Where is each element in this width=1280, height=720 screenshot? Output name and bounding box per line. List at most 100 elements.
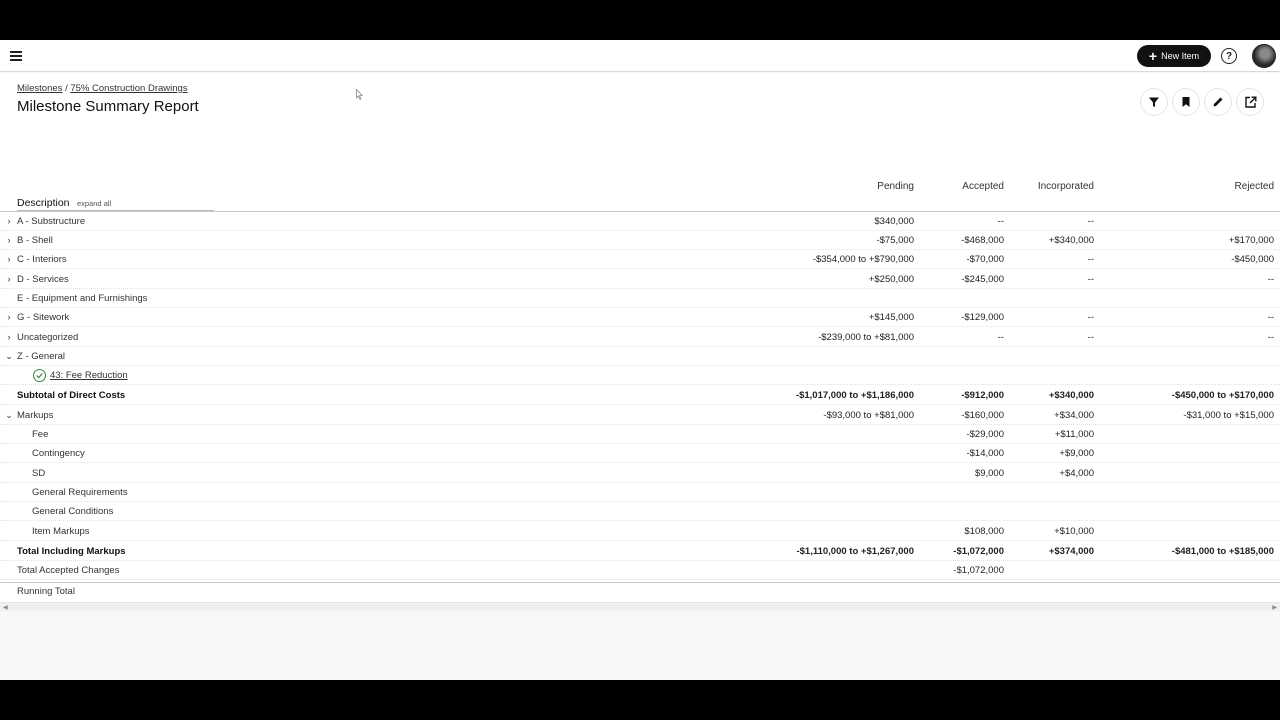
hamburger-icon[interactable] xyxy=(10,51,22,61)
incorporated-cell: -- xyxy=(1087,254,1094,265)
expand-all-link[interactable]: expand all xyxy=(77,199,111,208)
scroll-right-icon[interactable]: ▶ xyxy=(1272,604,1277,611)
row-label: E - Equipment and Furnishings xyxy=(17,293,148,304)
pending-cell: -$239,000 to +$81,000 xyxy=(818,332,914,343)
table-row-fee[interactable]: Fee -$29,000 +$11,000 xyxy=(0,425,1280,444)
table-row-general-requirements[interactable]: General Requirements xyxy=(0,483,1280,502)
table-row-fee-reduction-item[interactable]: 43: Fee Reduction xyxy=(0,366,1280,385)
breadcrumb-current-link[interactable]: 75% Construction Drawings xyxy=(70,83,187,94)
table-row-uncategorized[interactable]: › Uncategorized -$239,000 to +$81,000 --… xyxy=(0,328,1280,347)
row-label: Total Accepted Changes xyxy=(17,565,120,576)
accepted-cell: -$70,000 xyxy=(966,254,1004,265)
incorporated-cell: -- xyxy=(1087,216,1094,227)
accepted-cell: -$29,000 xyxy=(966,429,1004,440)
chevron-right-icon[interactable]: › xyxy=(4,332,14,342)
pending-cell: +$145,000 xyxy=(868,312,914,323)
row-label: Fee xyxy=(32,429,49,440)
report-panel: Milestones / 75% Construction Drawings M… xyxy=(0,73,1280,611)
bookmark-button[interactable] xyxy=(1173,89,1199,115)
table-row-general[interactable]: ⌄ Z - General xyxy=(0,347,1280,366)
accepted-cell: $9,000 xyxy=(974,468,1004,479)
row-label: Markups xyxy=(17,410,54,421)
chevron-down-icon[interactable]: ⌄ xyxy=(4,351,14,361)
new-item-button[interactable]: + New Item xyxy=(1137,45,1211,67)
description-header: Description xyxy=(17,197,70,209)
incorporated-cell: -- xyxy=(1087,274,1094,285)
check-circle-icon xyxy=(33,369,46,382)
table-row-substructure[interactable]: › A - Substructure $340,000 -- -- xyxy=(0,212,1280,231)
table-row-interiors[interactable]: › C - Interiors -$354,000 to +$790,000 -… xyxy=(0,250,1280,269)
chevron-right-icon[interactable]: › xyxy=(4,216,14,226)
rejected-cell: -- xyxy=(1267,312,1274,323)
table-row-sitework[interactable]: › G - Sitework +$145,000 -$129,000 -- -- xyxy=(0,308,1280,327)
incorporated-cell: +$11,000 xyxy=(1054,429,1094,440)
accepted-cell: -- xyxy=(997,216,1004,227)
table-row-total-accepted: Total Accepted Changes -$1,072,000 xyxy=(0,561,1280,580)
scroll-left-icon[interactable]: ◀ xyxy=(3,604,8,611)
pending-cell: $340,000 xyxy=(874,216,914,227)
edit-button[interactable] xyxy=(1205,89,1231,115)
accepted-cell: -$160,000 xyxy=(961,410,1004,421)
running-total-divider xyxy=(0,582,1280,583)
avatar[interactable] xyxy=(1252,44,1276,68)
filter-icon xyxy=(1149,97,1159,107)
accepted-cell: -$1,072,000 xyxy=(953,565,1004,576)
column-header-incorporated[interactable]: Incorporated xyxy=(1038,181,1094,192)
item-link[interactable]: 43: Fee Reduction xyxy=(50,370,128,381)
pending-cell: -$354,000 to +$790,000 xyxy=(812,254,914,265)
help-icon[interactable]: ? xyxy=(1221,48,1237,64)
chevron-right-icon[interactable]: › xyxy=(4,235,14,245)
pencil-icon xyxy=(1213,97,1223,107)
share-icon xyxy=(1244,96,1256,108)
rejected-cell: +$170,000 xyxy=(1228,235,1274,246)
accepted-cell: -$129,000 xyxy=(961,312,1004,323)
page-title: Milestone Summary Report xyxy=(17,98,199,115)
column-header-rejected[interactable]: Rejected xyxy=(1235,181,1274,192)
breadcrumb-milestones-link[interactable]: Milestones xyxy=(17,83,62,94)
table-row-total-including-markups: Total Including Markups -$1,110,000 to +… xyxy=(0,542,1280,561)
incorporated-cell: +$340,000 xyxy=(1048,235,1094,246)
chevron-right-icon[interactable]: › xyxy=(4,254,14,264)
incorporated-cell: -- xyxy=(1087,332,1094,343)
table-row-services[interactable]: › D - Services +$250,000 -$245,000 -- -- xyxy=(0,270,1280,289)
horizontal-scrollbar[interactable]: ◀ ▶ xyxy=(0,602,1280,611)
app-frame: + New Item ? Milestones / 75% Constructi… xyxy=(0,40,1280,680)
pending-cell: +$250,000 xyxy=(868,274,914,285)
accepted-cell: -$468,000 xyxy=(961,235,1004,246)
rejected-cell: -- xyxy=(1267,274,1274,285)
plus-icon: + xyxy=(1148,48,1158,64)
table-row-equipment[interactable]: E - Equipment and Furnishings xyxy=(0,289,1280,308)
table-row-contingency[interactable]: Contingency -$14,000 +$9,000 xyxy=(0,444,1280,463)
share-button[interactable] xyxy=(1237,89,1263,115)
column-header-pending[interactable]: Pending xyxy=(877,181,914,192)
table-row-item-markups[interactable]: Item Markups $108,000 +$10,000 xyxy=(0,522,1280,541)
filter-button[interactable] xyxy=(1141,89,1167,115)
rejected-cell: -- xyxy=(1267,332,1274,343)
rejected-cell: -$481,000 to +$185,000 xyxy=(1171,546,1274,557)
incorporated-cell: +$4,000 xyxy=(1059,468,1094,479)
column-header-accepted[interactable]: Accepted xyxy=(962,181,1004,192)
row-label: SD xyxy=(32,468,46,479)
row-label: Uncategorized xyxy=(17,332,79,343)
running-total-label: Running Total xyxy=(17,586,75,597)
row-label: General Conditions xyxy=(32,506,114,517)
incorporated-cell: +$340,000 xyxy=(1048,390,1094,401)
row-label: Total Including Markups xyxy=(17,546,126,557)
mouse-cursor-icon xyxy=(356,89,363,100)
incorporated-cell: +$9,000 xyxy=(1059,448,1094,459)
table-row-markups[interactable]: ⌄ Markups -$93,000 to +$81,000 -$160,000… xyxy=(0,406,1280,425)
chevron-right-icon[interactable]: › xyxy=(4,312,14,322)
chevron-down-icon[interactable]: ⌄ xyxy=(4,410,14,420)
table-row-shell[interactable]: › B - Shell -$75,000 -$468,000 +$340,000… xyxy=(0,231,1280,250)
table-row-general-conditions[interactable]: General Conditions xyxy=(0,502,1280,521)
chevron-right-icon[interactable]: › xyxy=(4,274,14,284)
breadcrumb: Milestones / 75% Construction Drawings xyxy=(17,83,188,94)
bookmark-icon xyxy=(1182,97,1190,107)
row-label: D - Services xyxy=(17,274,69,285)
row-label: Subtotal of Direct Costs xyxy=(17,390,126,401)
accepted-cell: -- xyxy=(997,332,1004,343)
row-label: C - Interiors xyxy=(17,254,67,265)
rejected-cell: -$450,000 xyxy=(1231,254,1274,265)
row-label: General Requirements xyxy=(32,487,128,498)
table-row-sd[interactable]: SD $9,000 +$4,000 xyxy=(0,464,1280,483)
